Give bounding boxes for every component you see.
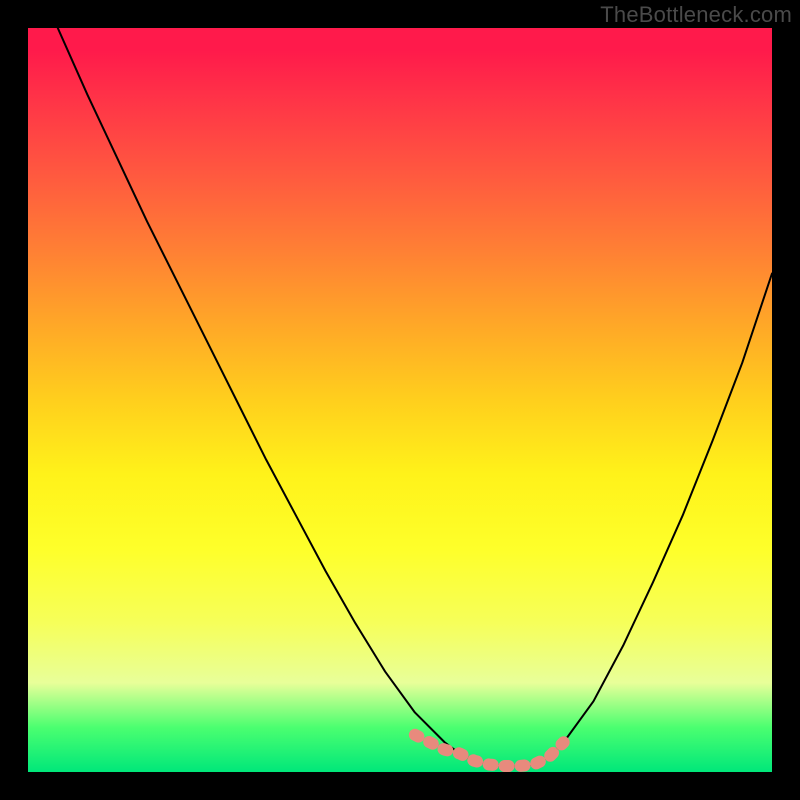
highlight-band-line (415, 735, 564, 766)
watermark-text: TheBottleneck.com (600, 2, 792, 28)
bottleneck-curve-line (58, 28, 772, 766)
chart-area (28, 28, 772, 772)
chart-svg (28, 28, 772, 772)
